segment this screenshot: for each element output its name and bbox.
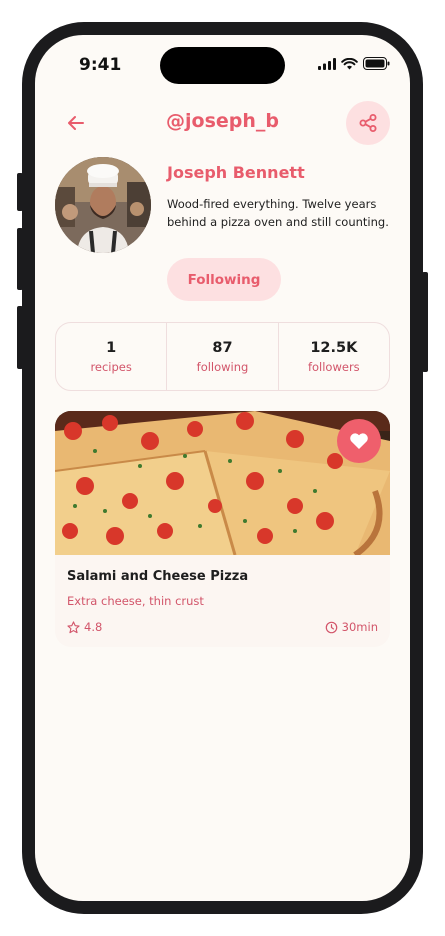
rating-value: 4.8 — [84, 620, 103, 634]
recipe-title: Salami and Cheese Pizza — [67, 569, 249, 584]
share-icon — [359, 114, 377, 132]
profile-name: Joseph Bennett — [167, 163, 305, 182]
duration-value: 30min — [341, 620, 378, 634]
signal-icon — [318, 57, 336, 70]
stat-followers[interactable]: 12.5K followers — [277, 323, 389, 390]
recipe-card[interactable]: Salami and Cheese Pizza Extra cheese, th… — [55, 411, 390, 647]
dynamic-island — [160, 47, 285, 84]
recipe-subtitle: Extra cheese, thin crust — [67, 594, 204, 608]
screen: 9:41 @joseph_b Joseph Bennett Wood-fired… — [35, 35, 410, 901]
heart-icon — [350, 433, 368, 449]
star-icon — [67, 620, 80, 633]
stats-panel: 1 recipes 87 following 12.5K followers — [55, 322, 390, 391]
stat-value: 87 — [212, 339, 233, 356]
stat-following[interactable]: 87 following — [166, 323, 277, 390]
stat-label: recipes — [90, 359, 132, 374]
wifi-icon — [341, 57, 358, 69]
following-button[interactable]: Following — [167, 258, 281, 301]
recipe-rating: 4.8 — [67, 620, 102, 634]
clock-icon — [325, 621, 337, 633]
favorite-button[interactable] — [337, 419, 381, 463]
status-icons — [318, 57, 390, 70]
stat-label: following — [196, 359, 249, 374]
stat-value: 1 — [106, 339, 117, 356]
battery-icon — [363, 57, 390, 70]
recipe-duration: 30min — [325, 620, 378, 634]
profile-bio: Wood-fired everything. Twelve years behi… — [167, 197, 389, 229]
stat-label: followers — [307, 359, 360, 374]
share-button[interactable] — [346, 101, 390, 145]
status-time: 9:41 — [79, 55, 122, 75]
avatar — [55, 157, 151, 253]
stat-value: 12.5K — [310, 339, 358, 356]
stat-recipes[interactable]: 1 recipes — [56, 323, 166, 390]
